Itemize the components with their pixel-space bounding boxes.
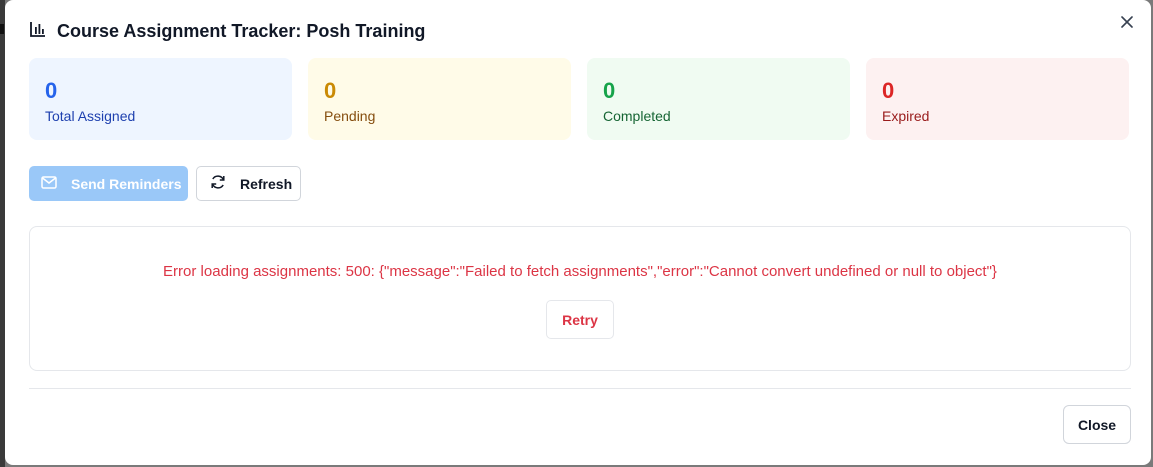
error-panel: Error loading assignments: 500: {"messag… [29,226,1131,371]
stat-card-pending: 0 Pending [308,58,571,140]
stat-value: 0 [882,78,895,103]
stat-label: Expired [882,108,930,124]
stat-value: 0 [324,78,337,103]
refresh-icon [210,174,226,193]
footer-divider [29,388,1131,389]
stats-row: 0 Total Assigned 0 Pending 0 Completed 0… [29,58,1129,140]
stat-card-completed: 0 Completed [587,58,850,140]
stat-value: 0 [603,78,616,103]
refresh-button[interactable]: Refresh [196,166,301,201]
mail-icon [41,175,57,192]
close-button[interactable]: Close [1063,405,1131,444]
modal-title: Course Assignment Tracker: Posh Training [57,21,426,41]
bar-chart-icon [29,20,47,43]
stat-label: Pending [324,108,376,124]
send-reminders-button[interactable]: Send Reminders [29,166,188,201]
stat-label: Total Assigned [45,108,136,124]
refresh-label: Refresh [240,175,293,192]
error-message: Error loading assignments: 500: {"messag… [163,263,997,280]
stat-label: Completed [603,108,671,124]
stat-card-expired: 0 Expired [866,58,1129,140]
modal-header: Course Assignment Tracker: Posh Training [29,20,425,43]
action-bar: Send Reminders Refresh [29,166,301,201]
retry-button[interactable]: Retry [546,300,614,339]
stat-value: 0 [45,78,58,103]
send-reminders-label: Send Reminders [71,175,182,192]
background-glyph [0,24,4,34]
stat-card-total-assigned: 0 Total Assigned [29,58,292,140]
close-icon[interactable] [1117,12,1137,32]
assignment-tracker-modal: Course Assignment Tracker: Posh Training… [5,0,1151,465]
